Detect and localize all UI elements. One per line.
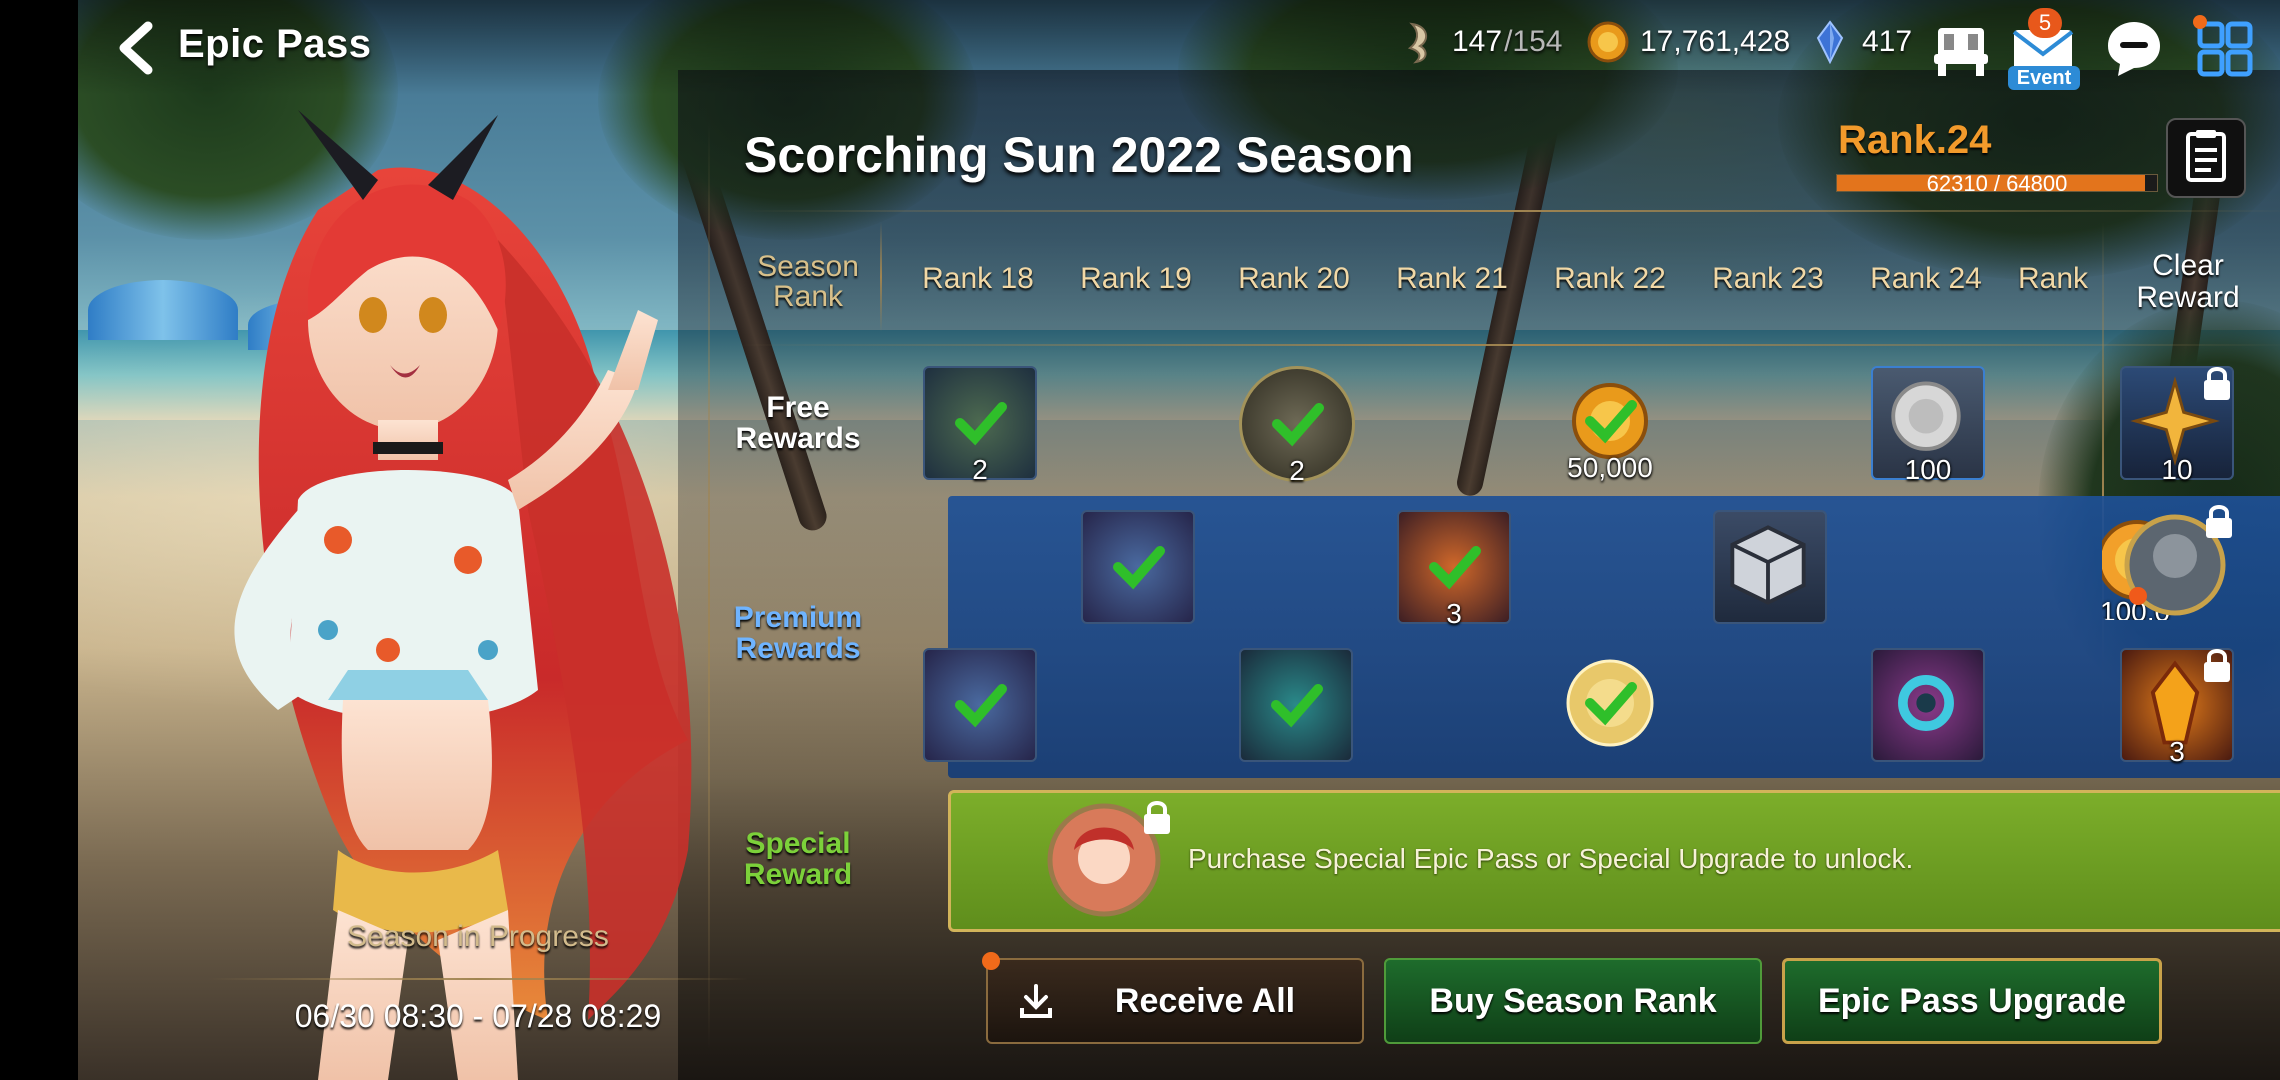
rank-25-header: Rank xyxy=(2017,262,2089,295)
stamina-counter: 147 /154 xyxy=(1398,20,1562,64)
free-reward-rank-18[interactable]: 2 xyxy=(923,366,1037,485)
notification-badge: 5 xyxy=(2028,8,2062,38)
rank-24-header: Rank 24 xyxy=(1870,262,1982,295)
party-bench-icon[interactable] xyxy=(1926,14,1996,84)
claimed-check-icon xyxy=(1585,400,1637,444)
column-divider xyxy=(880,222,882,332)
download-icon xyxy=(1020,984,1052,1018)
rank-19-header: Rank 19 xyxy=(1080,262,1192,295)
premium-reward-rank-21[interactable]: 3 xyxy=(1397,510,1511,629)
premium-rewards-label: Premium Rewards xyxy=(733,601,863,665)
premium-reward-rank-19[interactable] xyxy=(1081,510,1195,624)
current-rank: Rank.24 xyxy=(1838,118,1992,162)
rank-progress-bar: 62310 / 64800 xyxy=(1836,171,2158,196)
event-mail-button[interactable]: 5 Event xyxy=(2008,8,2080,90)
game-screen: Epic Pass 147 /154 17,761,428 417 5 Even… xyxy=(78,0,2280,1080)
chat-icon[interactable] xyxy=(2098,14,2168,84)
rank-20-header: Rank 20 xyxy=(1238,262,1350,295)
season-info-icon[interactable] xyxy=(2166,118,2246,198)
lock-icon xyxy=(2204,367,2230,400)
rank-23-header: Rank 23 xyxy=(1712,262,1824,295)
crystal-counter: 417 xyxy=(1808,20,1912,64)
crystal-icon xyxy=(1816,20,1844,64)
premium-reward-rank-20[interactable] xyxy=(1239,648,1353,762)
premium-reward-rank-23[interactable] xyxy=(1713,510,1827,624)
epic-pass-upgrade-button[interactable]: Epic Pass Upgrade xyxy=(1782,958,2162,1044)
menu-grid-icon[interactable] xyxy=(2190,14,2260,84)
special-reward-message: Purchase Special Epic Pass or Special Up… xyxy=(1188,843,1914,874)
lock-icon xyxy=(2206,505,2232,538)
divider xyxy=(738,210,2280,212)
premium-reward-rank-18[interactable] xyxy=(923,648,1037,762)
premium-reward-rank-24[interactable] xyxy=(1871,648,1985,762)
season-rank-header: Season Rank xyxy=(757,250,859,313)
free-reward-rank-20[interactable]: 2 xyxy=(1239,366,1355,486)
claimed-check-icon xyxy=(1272,403,1324,447)
rank-18-header: Rank 18 xyxy=(922,262,1034,295)
special-reward-label: Special Reward xyxy=(743,827,853,891)
back-arrow-icon[interactable] xyxy=(108,18,168,78)
claimed-check-icon xyxy=(1585,682,1637,726)
lock-icon xyxy=(1144,801,1170,834)
clear-reward-header: Clear Reward xyxy=(2136,249,2240,314)
special-reward-portrait[interactable] xyxy=(1044,800,1170,920)
receive-all-button[interactable]: Receive All xyxy=(982,952,1364,1044)
lock-icon xyxy=(2204,649,2230,682)
gold-coin-icon xyxy=(1587,21,1629,63)
screen-title: Epic Pass xyxy=(178,22,372,66)
ring-icon xyxy=(1898,675,1954,731)
gold-counter: 17,761,428 xyxy=(1586,20,1790,64)
free-rewards-label: Free Rewards xyxy=(735,391,861,455)
panel-border xyxy=(708,120,710,1050)
event-tag: Event xyxy=(2008,66,2080,90)
rank-21-header: Rank 21 xyxy=(1396,262,1508,295)
mystery-box-icon xyxy=(1730,525,1806,605)
claimed-check-icon xyxy=(1113,546,1165,590)
divider xyxy=(208,978,748,980)
rank-progress-text: 62310 / 64800 xyxy=(1926,171,2068,196)
claimed-check-icon xyxy=(1429,546,1481,590)
stamina-leaf-icon xyxy=(1407,22,1428,64)
season-title: Scorching Sun 2022 Season xyxy=(744,127,1414,183)
claimed-check-icon xyxy=(1271,684,1323,728)
free-clear-reward[interactable]: 10 xyxy=(2120,366,2234,485)
notification-dot xyxy=(982,952,1000,970)
premium-clear-reward-item[interactable]: 3 xyxy=(2120,648,2234,767)
free-reward-rank-22[interactable]: 50,000 xyxy=(1555,366,1665,483)
season-rank-box: Rank.24 62310 / 64800 xyxy=(1828,118,2188,198)
season-status: Season in Progress xyxy=(347,920,609,953)
buy-season-rank-button[interactable]: Buy Season Rank xyxy=(1384,958,1762,1044)
rank-22-header: Rank 22 xyxy=(1554,262,1666,295)
season-dates: 06/30 08:30 - 07/28 08:29 xyxy=(294,998,662,1034)
premium-clear-reward-portrait[interactable] xyxy=(2116,505,2234,624)
claimed-check-icon xyxy=(955,402,1007,446)
free-reward-rank-24[interactable]: 100 xyxy=(1871,366,1985,485)
divider xyxy=(738,344,2280,346)
claimed-check-icon xyxy=(955,684,1007,728)
premium-reward-rank-22[interactable] xyxy=(1555,648,1665,758)
